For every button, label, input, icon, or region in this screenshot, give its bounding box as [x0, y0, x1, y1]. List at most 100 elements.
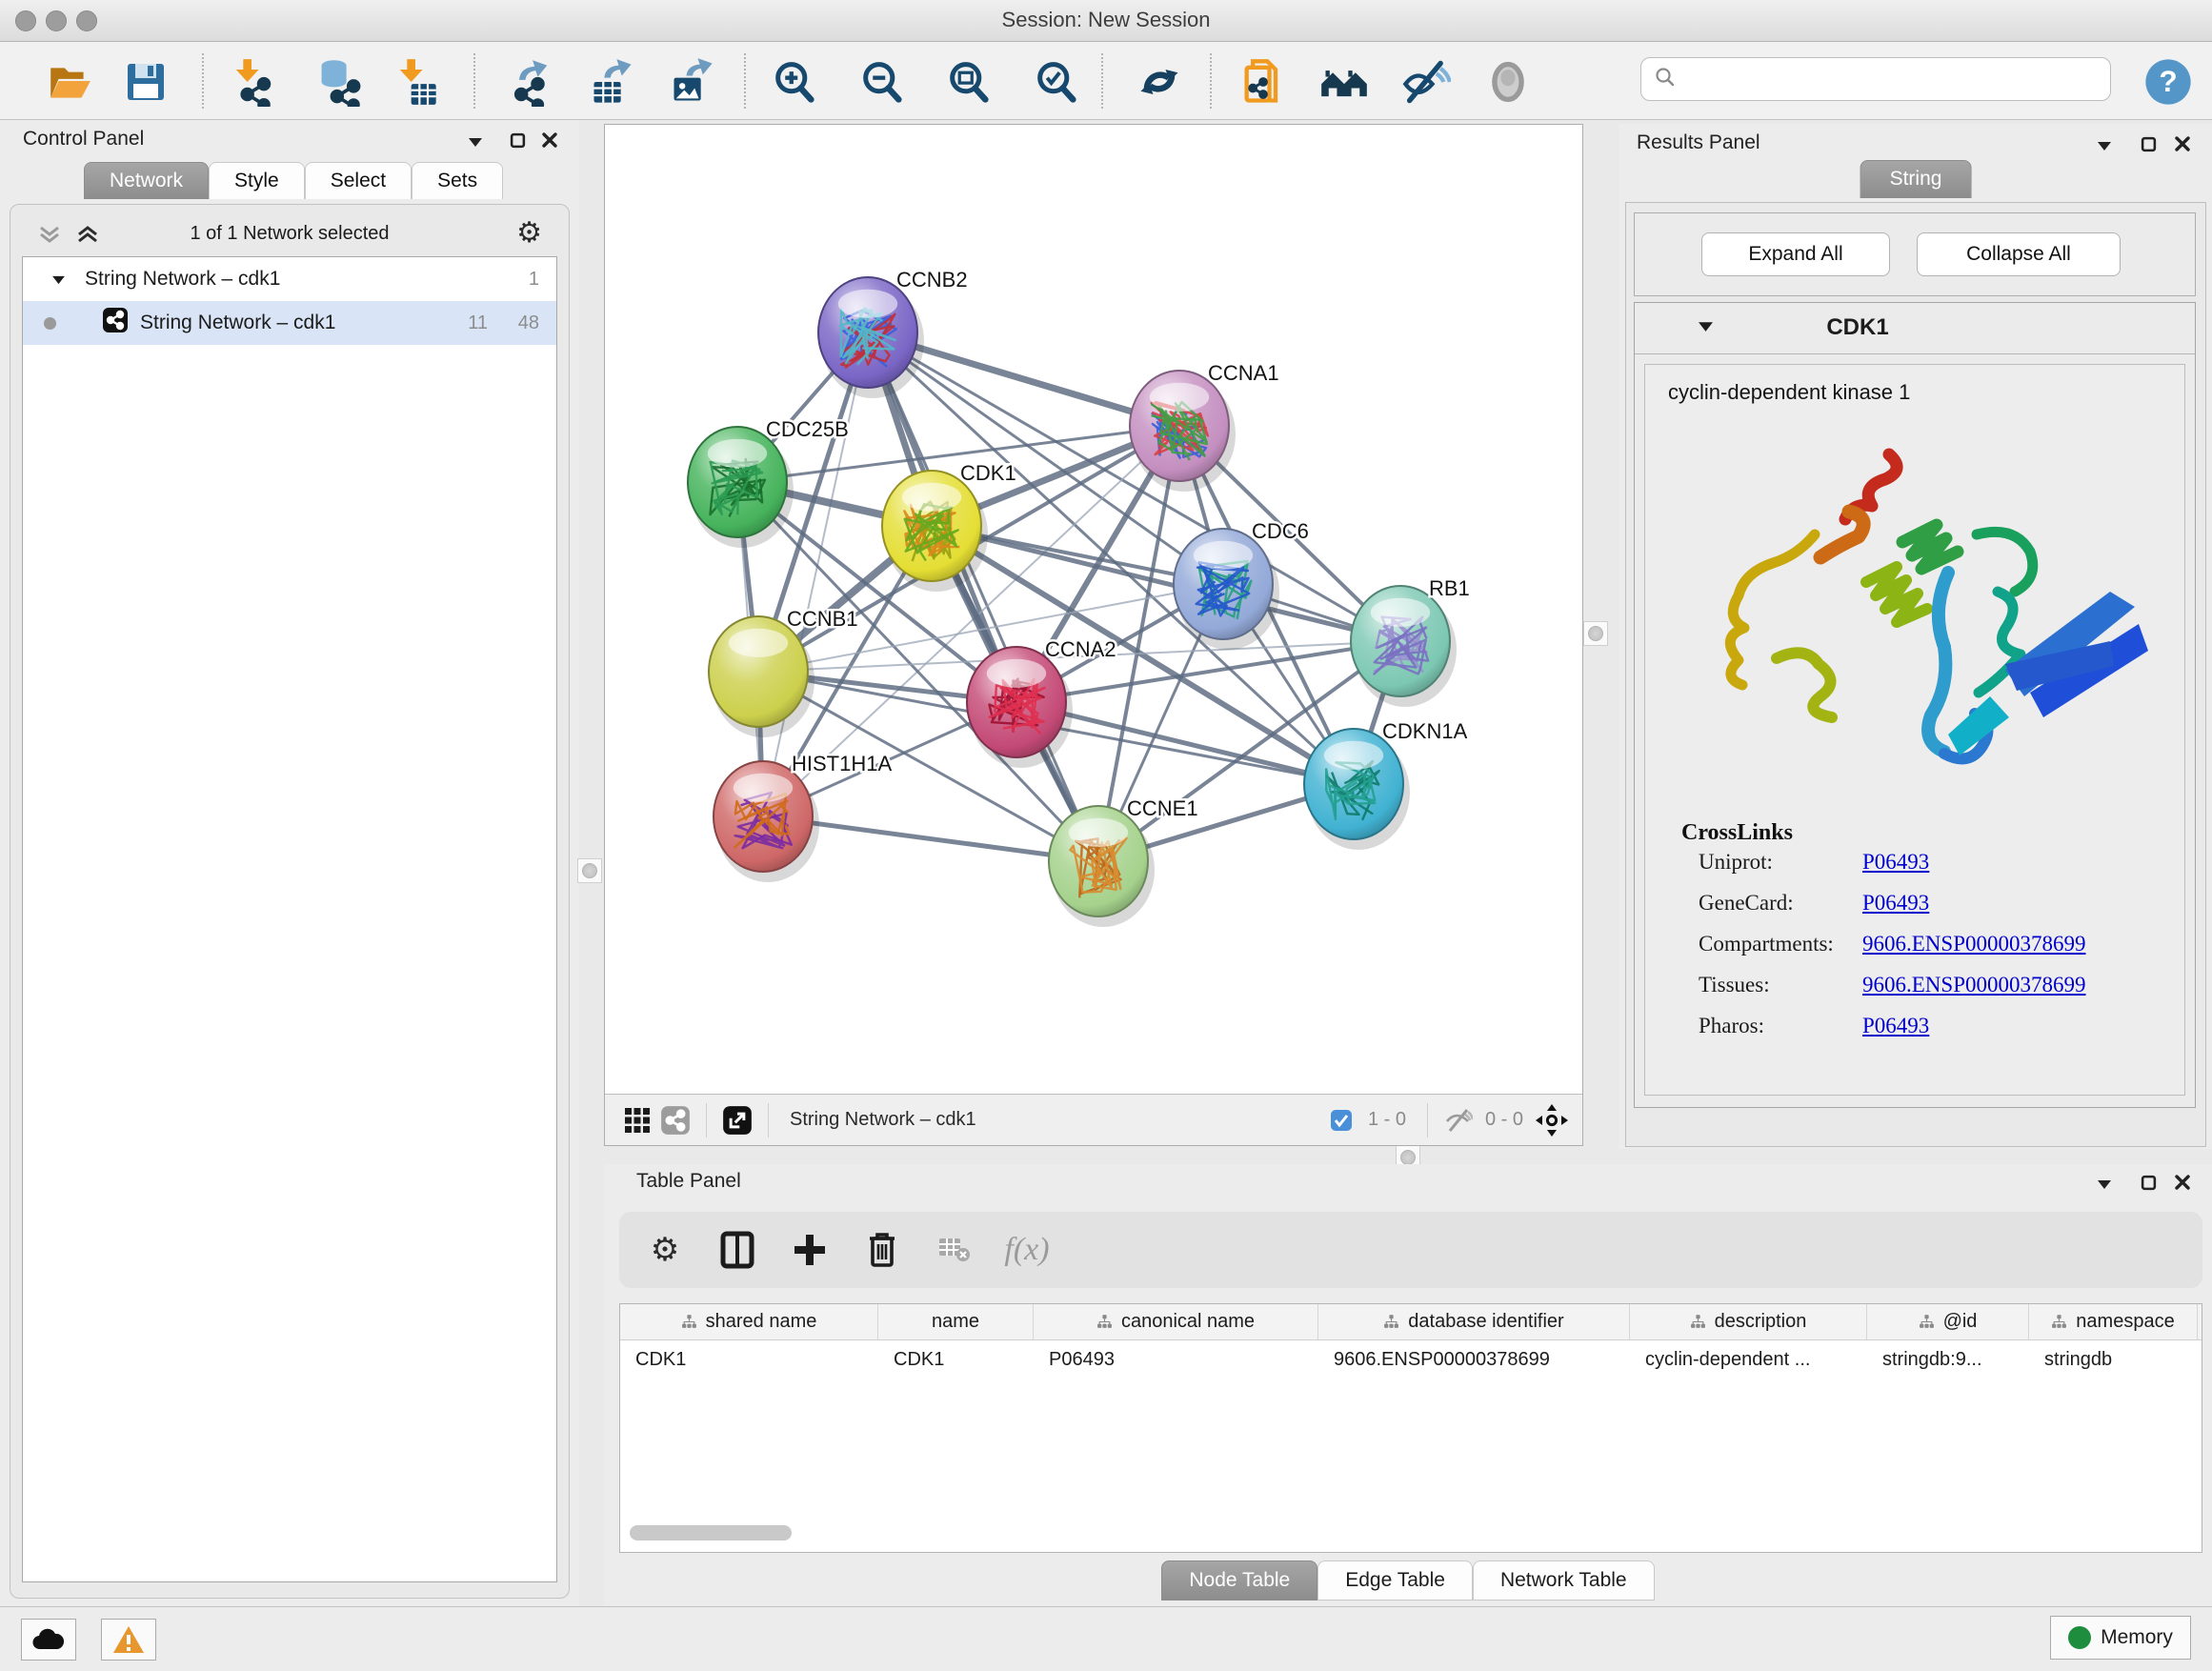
- column-header-description[interactable]: description: [1630, 1304, 1867, 1339]
- expand-all-button[interactable]: Expand All: [1701, 232, 1890, 276]
- function-builder-icon: f(x): [1000, 1223, 1054, 1277]
- zoom-selected-icon[interactable]: [1030, 55, 1083, 109]
- network-node-cdk1[interactable]: CDK1: [882, 461, 1016, 592]
- table-row[interactable]: CDK1CDK1P064939606.ENSP00000378699cyclin…: [620, 1340, 2202, 1380]
- network-node-ccne1[interactable]: CCNE1: [1049, 796, 1198, 927]
- import-network-icon[interactable]: [225, 55, 278, 109]
- table-horizontal-scrollbar[interactable]: [630, 1525, 792, 1540]
- network-edge-count: 48: [518, 312, 539, 334]
- delete-column-icon[interactable]: [855, 1223, 909, 1277]
- first-neighbors-icon[interactable]: [1317, 55, 1371, 109]
- network-node-rb1[interactable]: RB1: [1351, 576, 1470, 707]
- memory-button[interactable]: Memory: [2050, 1616, 2191, 1660]
- panel-menu-icon[interactable]: [2092, 133, 2117, 158]
- panel-float-icon[interactable]: [2136, 131, 2161, 156]
- network-canvas[interactable]: CCNB2CCNA1CDC25BCDK1CDC6RB1CCNB1CCNA2CDK…: [605, 125, 1582, 1095]
- column-header-namespace[interactable]: namespace: [2029, 1304, 2198, 1339]
- search-icon: [1655, 67, 1676, 92]
- panel-float-icon[interactable]: [2136, 1170, 2161, 1195]
- panel-close-icon[interactable]: [2170, 131, 2195, 156]
- cloud-button[interactable]: [21, 1619, 76, 1661]
- node-label-hist1h1a: HIST1H1A: [792, 752, 892, 775]
- column-header-shared-name[interactable]: shared name: [620, 1304, 878, 1339]
- node-label-ccna1: CCNA1: [1208, 361, 1279, 385]
- node-label-ccnb1: CCNB1: [787, 607, 858, 631]
- open-file-icon[interactable]: [43, 55, 96, 109]
- create-column-icon[interactable]: [783, 1223, 836, 1277]
- network-node-ccna1[interactable]: CCNA1: [1130, 361, 1279, 492]
- column-header--id[interactable]: @id: [1867, 1304, 2029, 1339]
- birds-eye-view-icon[interactable]: [1533, 1101, 1571, 1139]
- crosslink-row: GeneCard:P06493: [1699, 891, 2184, 916]
- table-cell[interactable]: 9606.ENSP00000378699: [1318, 1340, 1630, 1380]
- panel-float-icon[interactable]: [505, 128, 530, 152]
- right-splitter-handle[interactable]: [1583, 621, 1608, 646]
- search-input[interactable]: [1685, 60, 2110, 98]
- table-cell[interactable]: stringdb: [2029, 1340, 2198, 1380]
- hidden-eye-icon[interactable]: [1439, 1101, 1478, 1139]
- tab-string[interactable]: String: [1860, 160, 1972, 198]
- tab-select[interactable]: Select: [305, 162, 412, 199]
- table-cell[interactable]: CDK1: [620, 1340, 878, 1380]
- selected-checkbox-icon[interactable]: [1322, 1101, 1360, 1139]
- network-node-ccnb1[interactable]: CCNB1: [709, 607, 858, 737]
- zoom-fit-icon[interactable]: [942, 55, 995, 109]
- zoom-out-icon[interactable]: [855, 55, 909, 109]
- network-node-ccna2[interactable]: CCNA2: [967, 637, 1116, 768]
- panel-menu-icon[interactable]: [463, 130, 488, 154]
- warnings-button[interactable]: [101, 1619, 156, 1661]
- table-cell[interactable]: P06493: [1034, 1340, 1318, 1380]
- network-node-cdkn1a[interactable]: CDKN1A: [1304, 719, 1468, 850]
- import-network-database-icon[interactable]: [312, 55, 366, 109]
- control-panel-tabs: NetworkStyleSelectSets: [84, 162, 503, 199]
- column-header-name[interactable]: name: [878, 1304, 1034, 1339]
- network-row[interactable]: String Network – cdk1 11 48: [23, 301, 556, 345]
- network-icon-gray[interactable]: [656, 1101, 694, 1139]
- export-table-icon[interactable]: [586, 55, 639, 109]
- detach-view-icon[interactable]: [718, 1101, 756, 1139]
- panel-close-icon[interactable]: [2170, 1170, 2195, 1195]
- selected-count: 1 - 0: [1368, 1109, 1406, 1131]
- node-table[interactable]: shared namenamecanonical namedatabase id…: [619, 1303, 2202, 1553]
- panel-menu-icon[interactable]: [2092, 1172, 2117, 1197]
- help-icon[interactable]: ?: [2142, 55, 2195, 109]
- zoom-in-icon[interactable]: [768, 55, 821, 109]
- network-view[interactable]: CCNB2CCNA1CDC25BCDK1CDC6RB1CCNB1CCNA2CDK…: [604, 124, 1583, 1146]
- refresh-icon[interactable]: [1133, 55, 1186, 109]
- crosslink-link[interactable]: P06493: [1862, 850, 1929, 875]
- hide-selected-icon[interactable]: [1399, 55, 1453, 109]
- save-session-icon[interactable]: [119, 55, 172, 109]
- column-header-database-identifier[interactable]: database identifier: [1318, 1304, 1630, 1339]
- show-all-icon[interactable]: [1481, 55, 1535, 109]
- column-header-canonical-name[interactable]: canonical name: [1034, 1304, 1318, 1339]
- network-node-hist1h1a[interactable]: HIST1H1A: [714, 752, 892, 882]
- crosslink-link[interactable]: P06493: [1862, 1014, 1929, 1038]
- tab-sets[interactable]: Sets: [412, 162, 503, 199]
- show-columns-icon[interactable]: [711, 1223, 764, 1277]
- collapse-all-button[interactable]: Collapse All: [1917, 232, 2121, 276]
- table-options-gear-icon[interactable]: ⚙: [638, 1223, 692, 1277]
- crosslink-link[interactable]: 9606.ENSP00000378699: [1862, 932, 2086, 956]
- left-splitter-handle[interactable]: [577, 858, 602, 883]
- grid-view-icon[interactable]: [618, 1101, 656, 1139]
- tab-style[interactable]: Style: [209, 162, 305, 199]
- network-options-gear-icon[interactable]: ⚙: [516, 219, 542, 248]
- export-image-icon[interactable]: [666, 55, 719, 109]
- tab-network-table[interactable]: Network Table: [1473, 1560, 1655, 1601]
- network-collection-row[interactable]: String Network – cdk1 1: [23, 257, 556, 301]
- network-edge[interactable]: [868, 332, 1098, 861]
- crosslink-link[interactable]: 9606.ENSP00000378699: [1862, 973, 2086, 997]
- crosslink-link[interactable]: P06493: [1862, 891, 1929, 916]
- import-table-icon[interactable]: [389, 55, 442, 109]
- network-node-cdc6[interactable]: CDC6: [1174, 519, 1309, 650]
- panel-close-icon[interactable]: [537, 128, 562, 152]
- clone-network-icon[interactable]: [1237, 55, 1290, 109]
- table-cell[interactable]: cyclin-dependent ...: [1630, 1340, 1867, 1380]
- export-network-icon[interactable]: [505, 55, 558, 109]
- tab-node-table[interactable]: Node Table: [1161, 1560, 1317, 1601]
- tree-expander-icon[interactable]: [51, 268, 66, 291]
- table-cell[interactable]: CDK1: [878, 1340, 1034, 1380]
- table-cell[interactable]: stringdb:9...: [1867, 1340, 2029, 1380]
- tab-edge-table[interactable]: Edge Table: [1317, 1560, 1473, 1601]
- tab-network[interactable]: Network: [84, 162, 209, 199]
